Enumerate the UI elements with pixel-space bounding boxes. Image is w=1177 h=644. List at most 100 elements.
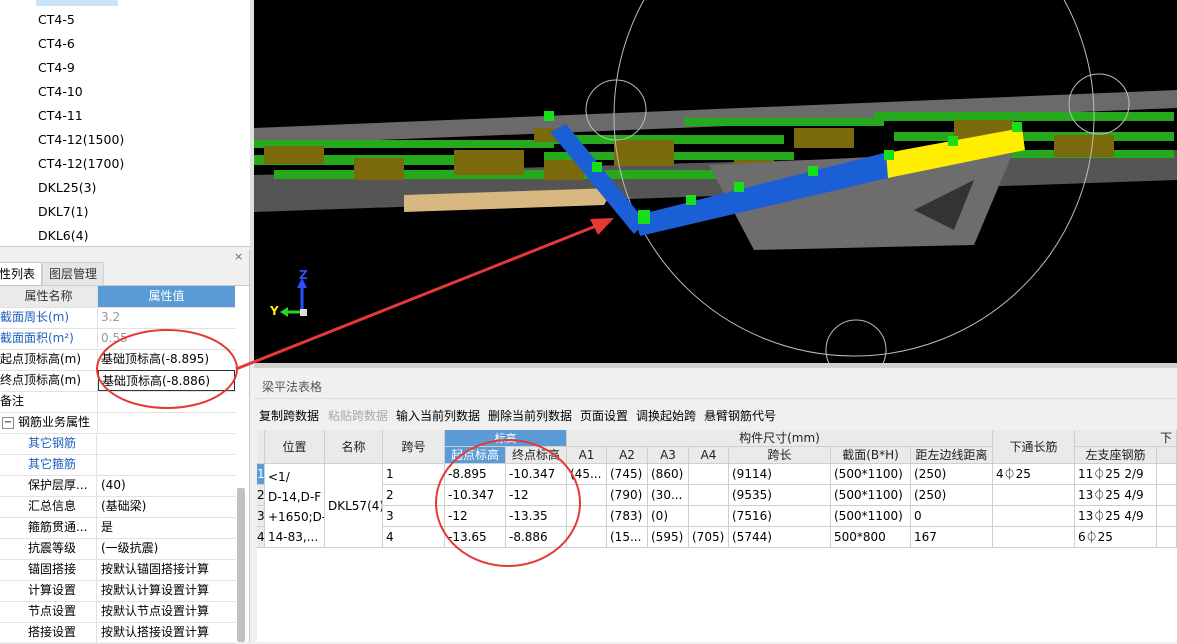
cell-start-elev[interactable]: -8.895 xyxy=(445,464,506,485)
cell-more[interactable] xyxy=(1157,506,1177,527)
row-number[interactable]: 2 xyxy=(257,485,265,506)
delete-column-button[interactable]: 删除当前列数据 xyxy=(488,407,572,424)
tree-item[interactable]: DKL6(4) xyxy=(38,224,88,246)
beam-grid[interactable]: 位置 名称 跨号 标高 构件尺寸(mm) 下通长筋 下 起点标高 终点标高 A1… xyxy=(257,430,1177,642)
property-value[interactable] xyxy=(98,454,235,475)
cell-a4[interactable] xyxy=(689,464,729,485)
property-row[interactable]: 终点顶标高(m) 基础顶标高(-8.886) xyxy=(0,370,236,392)
row-number[interactable]: 4 xyxy=(257,527,265,548)
property-value[interactable]: 是 xyxy=(98,517,235,538)
property-row[interactable]: 截面周长(m) 3.2 xyxy=(0,307,236,329)
cell-start-elev[interactable]: -10.347 xyxy=(445,485,506,506)
cell-a1[interactable]: (45... xyxy=(567,464,607,485)
header-a2[interactable]: A2 xyxy=(607,447,648,464)
cell-span-len[interactable]: (9535) xyxy=(729,485,831,506)
cell-left-support[interactable]: 6⏀25 xyxy=(1075,527,1157,548)
collapse-icon[interactable]: − xyxy=(2,416,14,429)
cell-a2[interactable]: (745) xyxy=(607,464,648,485)
cell-start-elev[interactable]: -13.65 xyxy=(445,527,506,548)
cell-left-support[interactable]: 11⏀25 2/9 xyxy=(1075,464,1157,485)
property-row[interactable]: 备注 xyxy=(0,391,236,413)
cell-span-len[interactable]: (9114) xyxy=(729,464,831,485)
cell-span[interactable]: 1 xyxy=(383,464,445,485)
property-row[interactable]: 其它箍筋 xyxy=(0,454,236,476)
header-start-elev[interactable]: 起点标高 xyxy=(445,447,506,464)
row-number[interactable]: 3 xyxy=(257,506,265,527)
cell-a3[interactable]: (30... xyxy=(648,485,689,506)
cell-a3[interactable]: (860) xyxy=(648,464,689,485)
property-value[interactable]: 按默认搭接设置计算 xyxy=(98,622,235,643)
cell-span[interactable]: 4 xyxy=(383,527,445,548)
property-value[interactable] xyxy=(98,433,235,454)
header-end-elev[interactable]: 终点标高 xyxy=(506,447,567,464)
property-row[interactable]: 计算设置 按默认计算设置计算 xyxy=(0,580,236,602)
cell-bottom-rebar[interactable]: 4⏀25 xyxy=(993,464,1075,485)
cell-name[interactable]: DKL57(4) xyxy=(325,464,383,548)
header-a3[interactable]: A3 xyxy=(648,447,689,464)
cell-a4[interactable]: (705) xyxy=(689,527,729,548)
property-row[interactable]: 起点顶标高(m) 基础顶标高(-8.895) xyxy=(0,349,236,371)
tree-item[interactable]: CT4-5 xyxy=(38,8,75,32)
property-row[interactable]: 锚固搭接 按默认锚固搭接计算 xyxy=(0,559,236,581)
property-row[interactable]: 抗震等级 (一级抗震) xyxy=(0,538,236,560)
paste-span-button[interactable]: 粘贴跨数据 xyxy=(328,407,388,424)
cell-a4[interactable] xyxy=(689,506,729,527)
tab-layer-management[interactable]: 图层管理 xyxy=(42,262,105,286)
cell-span-len[interactable]: (5744) xyxy=(729,527,831,548)
property-value[interactable]: (40) xyxy=(98,475,235,496)
cell-a2[interactable]: (790) xyxy=(607,485,648,506)
cell-more[interactable] xyxy=(1157,464,1177,485)
row-number[interactable]: 1 xyxy=(257,464,265,485)
cell-end-elev[interactable]: -13.35 xyxy=(506,506,567,527)
property-value-editor[interactable]: 基础顶标高(-8.886) xyxy=(98,370,235,391)
header-a4[interactable]: A4 xyxy=(689,447,729,464)
tree-item[interactable]: CT4-10 xyxy=(38,80,83,104)
property-row[interactable]: 箍筋贯通... 是 xyxy=(0,517,236,539)
property-value[interactable]: 3.2 xyxy=(98,307,235,328)
page-setup-button[interactable]: 页面设置 xyxy=(580,407,628,424)
cell-bottom-rebar[interactable] xyxy=(993,506,1075,527)
property-value[interactable]: 按默认锚固搭接计算 xyxy=(98,559,235,580)
property-value[interactable]: 基础顶标高(-8.895) xyxy=(98,349,235,370)
property-value[interactable]: (基础梁) xyxy=(98,496,235,517)
cell-a1[interactable] xyxy=(567,485,607,506)
cell-a1[interactable] xyxy=(567,506,607,527)
property-row[interactable]: 汇总信息 (基础梁) xyxy=(0,496,236,518)
cell-section[interactable]: (500*1100) xyxy=(831,485,911,506)
cell-edge-dist[interactable]: 0 xyxy=(911,506,993,527)
cell-more[interactable] xyxy=(1157,485,1177,506)
tree-item[interactable]: CT4-6 xyxy=(38,32,75,56)
cantilever-code-button[interactable]: 悬臂钢筋代号 xyxy=(704,407,776,424)
cell-a2[interactable]: (15... xyxy=(607,527,648,548)
cell-span[interactable]: 2 xyxy=(383,485,445,506)
cell-edge-dist[interactable]: 167 xyxy=(911,527,993,548)
cell-left-support[interactable]: 13⏀25 4/9 xyxy=(1075,506,1157,527)
tree-item[interactable]: DKL7(1) xyxy=(38,200,88,224)
cell-section[interactable]: 500*800 xyxy=(831,527,911,548)
property-value[interactable]: 按默认节点设置计算 xyxy=(98,601,235,622)
input-column-button[interactable]: 输入当前列数据 xyxy=(396,407,480,424)
cell-a2[interactable]: (783) xyxy=(607,506,648,527)
property-row[interactable]: 搭接设置 按默认搭接设置计算 xyxy=(0,622,236,644)
cell-start-elev[interactable]: -12 xyxy=(445,506,506,527)
header-a1[interactable]: A1 xyxy=(567,447,607,464)
tree-item[interactable]: CT4-12(1700) xyxy=(38,152,124,176)
tree-item[interactable]: CT4-11 xyxy=(38,104,83,128)
cell-a4[interactable] xyxy=(689,485,729,506)
cell-a3[interactable]: (595) xyxy=(648,527,689,548)
property-value[interactable]: 0.55 xyxy=(98,328,235,349)
cell-edge-dist[interactable]: (250) xyxy=(911,485,993,506)
property-row[interactable]: 节点设置 按默认节点设置计算 xyxy=(0,601,236,623)
cell-span[interactable]: 3 xyxy=(383,506,445,527)
property-value[interactable]: 按默认计算设置计算 xyxy=(98,580,235,601)
cell-end-elev[interactable]: -10.347 xyxy=(506,464,567,485)
copy-span-button[interactable]: 复制跨数据 xyxy=(259,407,319,424)
component-tree[interactable]: CT4-5 CT4-6 CT4-9 CT4-10 CT4-11 CT4-12(1… xyxy=(0,0,251,247)
tree-item[interactable]: DKL25(3) xyxy=(38,176,96,200)
cell-a1[interactable] xyxy=(567,527,607,548)
cell-position[interactable]: <1/ D-14,D-F +1650;D- 14-83,... xyxy=(265,464,325,548)
header-edge-dist[interactable]: 距左边线距离 xyxy=(911,447,993,464)
cell-span-len[interactable]: (7516) xyxy=(729,506,831,527)
header-section[interactable]: 截面(B*H) xyxy=(831,447,911,464)
cell-edge-dist[interactable]: (250) xyxy=(911,464,993,485)
